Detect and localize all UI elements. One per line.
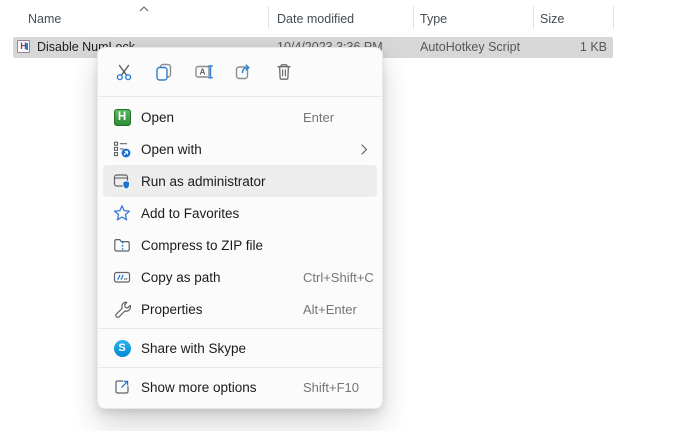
menu-separator — [98, 328, 382, 329]
open-with-icon — [113, 140, 131, 158]
column-header-date-modified[interactable]: Date modified — [277, 12, 354, 26]
menu-item-label: Add to Favorites — [141, 206, 239, 221]
quick-actions-bar: A — [98, 48, 382, 96]
menu-item-open-with[interactable]: Open with — [103, 133, 377, 165]
zip-folder-icon — [113, 236, 131, 254]
menu-item-label: Run as administrator — [141, 174, 266, 189]
menu-item-shortcut: Shift+F10 — [303, 380, 359, 395]
column-header-type[interactable]: Type — [420, 12, 447, 26]
autohotkey-file-icon: H — [17, 40, 30, 53]
menu-item-label: Compress to ZIP file — [141, 238, 263, 253]
menu-item-run-as-administrator[interactable]: Run as administrator — [103, 165, 377, 197]
file-explorer-window: Name Date modified Type Size H Disable N… — [0, 0, 700, 431]
skype-icon: S — [113, 339, 131, 357]
column-resize-handle[interactable] — [613, 6, 614, 29]
copy-button[interactable] — [148, 57, 179, 88]
column-header-name[interactable]: Name — [28, 12, 61, 26]
sort-ascending-icon — [139, 6, 149, 12]
copy-icon — [154, 62, 174, 82]
column-resize-handle[interactable] — [533, 6, 534, 29]
menu-item-show-more-options[interactable]: Show more options Shift+F10 — [103, 371, 377, 403]
menu-item-properties[interactable]: Properties Alt+Enter — [103, 293, 377, 325]
menu-separator — [98, 367, 382, 368]
column-header-size[interactable]: Size — [540, 12, 564, 26]
menu-item-add-to-favorites[interactable]: Add to Favorites — [103, 197, 377, 229]
admin-shield-icon — [113, 172, 131, 190]
column-resize-handle[interactable] — [413, 6, 414, 29]
menu-item-label: Copy as path — [141, 270, 221, 285]
rename-button[interactable]: A — [188, 57, 219, 88]
menu-item-label: Properties — [141, 302, 203, 317]
column-resize-handle[interactable] — [268, 6, 269, 29]
menu-item-open[interactable]: H Open Enter — [103, 101, 377, 133]
file-type: AutoHotkey Script — [420, 37, 520, 58]
menu-item-label: Open with — [141, 142, 202, 157]
menu-item-copy-as-path[interactable]: Copy as path Ctrl+Shift+C — [103, 261, 377, 293]
svg-text:A: A — [199, 68, 205, 77]
share-button[interactable] — [228, 57, 259, 88]
context-menu-items: H Open Enter — [98, 97, 382, 403]
menu-item-shortcut: Alt+Enter — [303, 302, 357, 317]
menu-item-label: Open — [141, 110, 174, 125]
delete-icon — [274, 62, 294, 82]
cut-icon — [114, 62, 134, 82]
menu-item-compress-to-zip[interactable]: Compress to ZIP file — [103, 229, 377, 261]
copy-path-icon — [113, 268, 131, 286]
delete-button[interactable] — [268, 57, 299, 88]
star-icon — [113, 204, 131, 222]
context-menu: A — [97, 47, 383, 409]
autohotkey-icon: H — [113, 108, 131, 126]
menu-item-shortcut: Enter — [303, 110, 334, 125]
show-more-options-icon — [113, 378, 131, 396]
share-icon — [234, 62, 254, 82]
file-size: 1 KB — [580, 37, 607, 58]
menu-item-label: Share with Skype — [141, 341, 246, 356]
submenu-chevron-icon — [361, 144, 368, 155]
menu-item-shortcut: Ctrl+Shift+C — [303, 270, 374, 285]
wrench-icon — [113, 300, 131, 318]
rename-icon: A — [194, 62, 214, 82]
cut-button[interactable] — [108, 57, 139, 88]
menu-item-label: Show more options — [141, 380, 257, 395]
menu-item-share-with-skype[interactable]: S Share with Skype — [103, 332, 377, 364]
